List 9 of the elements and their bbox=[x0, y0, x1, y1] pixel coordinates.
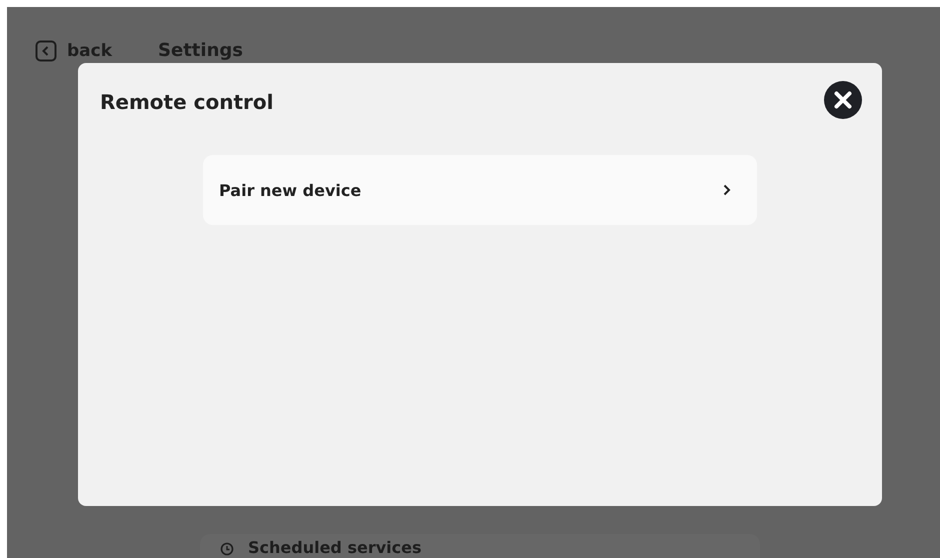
menu-item[interactable]: Pair new device bbox=[203, 155, 757, 225]
settings-item[interactable]: Scheduled services bbox=[200, 534, 760, 558]
close-button[interactable] bbox=[824, 81, 862, 119]
page-title: Settings bbox=[158, 42, 243, 60]
chevron-right-icon bbox=[723, 184, 731, 196]
back-button[interactable]: back bbox=[35, 40, 112, 62]
chevron-left-icon bbox=[35, 40, 57, 62]
dialog-title: Remote control bbox=[100, 90, 274, 114]
clock-icon bbox=[220, 542, 234, 556]
